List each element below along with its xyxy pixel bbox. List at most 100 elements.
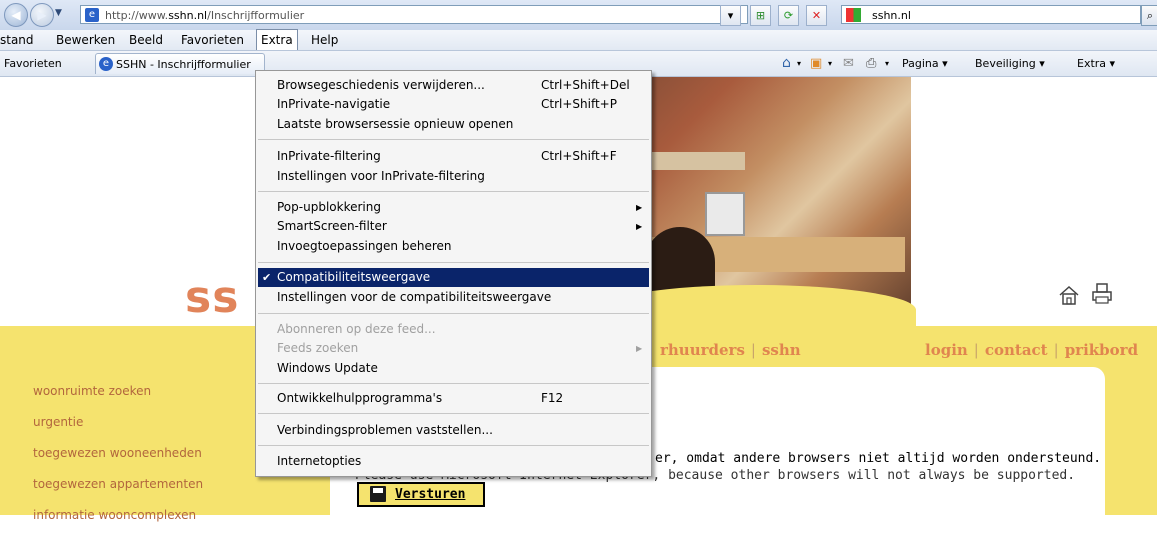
menu-item-delete-history[interactable]: Browsegeschiedenis verwijderen... Ctrl+S…: [258, 76, 649, 95]
history-dropdown-icon[interactable]: ▼: [55, 8, 62, 18]
ie-page-icon: e: [85, 8, 99, 22]
back-button[interactable]: ◀: [4, 3, 28, 27]
menu-item-popup-blocker[interactable]: Pop-upblokkering ▶: [258, 198, 649, 217]
menu-item-shortcut: Ctrl+Shift+P: [541, 97, 617, 111]
menu-item-label: Abonneren op deze feed...: [277, 322, 436, 336]
print-icon[interactable]: ⎙: [866, 51, 876, 76]
stop-icon[interactable]: ✕: [806, 5, 827, 26]
menu-favorites[interactable]: Favorieten: [177, 30, 248, 50]
url-dropdown-button[interactable]: ▾: [720, 5, 741, 26]
browser-tab[interactable]: e SSHN - Inschrijfformulier: [95, 53, 265, 74]
forward-button[interactable]: ▶: [30, 3, 54, 27]
extra-dropdown-menu: Browsegeschiedenis verwijderen... Ctrl+S…: [255, 70, 652, 477]
menu-item-diagnose-connection[interactable]: Verbindingsproblemen vaststellen...: [258, 421, 649, 440]
sshn-logo[interactable]: ss: [185, 272, 239, 323]
menu-separator: [258, 383, 649, 384]
menu-item-label: Windows Update: [277, 361, 378, 375]
sidebar-item-urgentie[interactable]: urgentie: [33, 413, 203, 444]
print-page-icon[interactable]: [1090, 282, 1114, 306]
menu-separator: [258, 313, 649, 314]
search-icon[interactable]: ⌕: [1141, 5, 1157, 26]
menu-item-inprivate-navigation[interactable]: InPrivate-navigatie Ctrl+Shift+P: [258, 95, 649, 114]
menu-item-label: Pop-upblokkering: [277, 200, 381, 214]
menu-item-label: Feeds zoeken: [277, 341, 359, 355]
menu-item-subscribe-feed: Abonneren op deze feed...: [258, 320, 649, 339]
security-menu-button[interactable]: Beveiliging ▾: [975, 51, 1045, 76]
url-input[interactable]: e http://www.sshn.nl/Inschrijfformulier: [80, 5, 748, 24]
home-page-icon[interactable]: [1057, 283, 1081, 307]
compatibility-view-icon[interactable]: ⊞: [750, 5, 771, 26]
menu-item-compatibility-view[interactable]: ✔ Compatibiliteitsweergave: [258, 268, 649, 287]
search-input[interactable]: sshn.nl: [841, 5, 1141, 24]
page-menu-button[interactable]: Pagina ▾: [902, 51, 948, 76]
sidebar-item-toegewezen-appartementen[interactable]: toegewezen appartementen: [33, 475, 203, 506]
menu-item-inprivate-filtering[interactable]: InPrivate-filtering Ctrl+Shift+F: [258, 147, 649, 166]
print-dropdown-icon[interactable]: ▾: [885, 51, 889, 76]
menu-bar: stand Bewerken Beeld Favorieten Extra He…: [0, 29, 1157, 51]
nav-contact[interactable]: contact: [985, 341, 1048, 359]
favorites-button[interactable]: Favorieten: [4, 51, 62, 76]
menu-item-label: Instellingen voor de compatibiliteitswee…: [277, 290, 552, 304]
menu-item-label: Verbindingsproblemen vaststellen...: [277, 423, 493, 437]
mail-icon[interactable]: ✉: [843, 51, 854, 76]
menu-item-shortcut: Ctrl+Shift+F: [541, 149, 617, 163]
menu-item-developer-tools[interactable]: Ontwikkelhulpprogramma's F12: [258, 389, 649, 408]
menu-view[interactable]: Beeld: [125, 30, 167, 50]
menu-item-label: Compatibiliteitsweergave: [277, 270, 431, 284]
url-prefix: http://www.: [105, 9, 169, 22]
menu-item-compatibility-view-settings[interactable]: Instellingen voor de compatibiliteitswee…: [258, 288, 649, 307]
submit-label: Versturen: [395, 487, 466, 502]
menu-item-label: InPrivate-filtering: [277, 149, 381, 163]
nav-login[interactable]: login: [925, 341, 968, 359]
submenu-arrow-icon: ▶: [636, 203, 643, 212]
menu-item-label: Laatste browsersessie opnieuw openen: [277, 117, 514, 131]
menu-item-reopen-session[interactable]: Laatste browsersessie opnieuw openen: [258, 115, 649, 134]
nav-verhuurders[interactable]: rhuurders: [660, 341, 745, 359]
home-dropdown-icon[interactable]: ▾: [797, 51, 801, 76]
feeds-dropdown-icon[interactable]: ▾: [828, 51, 832, 76]
tools-menu-button[interactable]: Extra ▾: [1077, 51, 1115, 76]
menu-edit[interactable]: Bewerken: [52, 30, 119, 50]
utility-nav: login | contact | prikbord: [925, 341, 1139, 359]
menu-separator: [258, 413, 649, 414]
tab-ie-icon: e: [99, 57, 113, 71]
nav-sshn[interactable]: sshn: [762, 341, 801, 359]
home-icon[interactable]: ⌂: [782, 51, 791, 76]
menu-item-windows-update[interactable]: Windows Update: [258, 359, 649, 378]
feeds-icon[interactable]: ▣: [810, 51, 822, 76]
menu-item-inprivate-filter-settings[interactable]: Instellingen voor InPrivate-filtering: [258, 167, 649, 186]
menu-item-label: Invoegtoepassingen beheren: [277, 239, 452, 253]
search-text: sshn.nl: [872, 9, 911, 22]
photo-monitor: [705, 192, 745, 236]
address-bar: ◀ ▶ ▼ e http://www.sshn.nl/Inschrijfform…: [0, 0, 1157, 31]
menu-item-shortcut: Ctrl+Shift+Del: [541, 78, 630, 92]
menu-item-label: InPrivate-navigatie: [277, 97, 391, 111]
search-provider-icon: [846, 8, 861, 22]
sidebar-item-informatie-wooncomplexen[interactable]: informatie wooncomplexen: [33, 506, 203, 537]
menu-item-internet-options[interactable]: Internetopties: [258, 452, 649, 471]
menu-help[interactable]: Help: [307, 30, 342, 50]
save-floppy-icon: [370, 486, 386, 502]
menu-item-label: Browsegeschiedenis verwijderen...: [277, 78, 485, 92]
menu-item-find-feeds: Feeds zoeken ▶: [258, 339, 649, 358]
tab-title: SSHN - Inschrijfformulier: [116, 58, 251, 71]
menu-separator: [258, 445, 649, 446]
submenu-arrow-icon: ▶: [636, 222, 643, 231]
browser-warning-nl: er, omdat andere browsers niet altijd wo…: [655, 451, 1102, 466]
nav-prikbord[interactable]: prikbord: [1065, 341, 1138, 359]
main-nav: rhuurders | sshn: [660, 341, 801, 359]
url-path: /Inschrijfformulier: [207, 9, 305, 22]
menu-item-smartscreen-filter[interactable]: SmartScreen-filter ▶: [258, 217, 649, 236]
sidebar-item-toegewezen-wooneenheden[interactable]: toegewezen wooneenheden: [33, 444, 203, 475]
submenu-arrow-icon: ▶: [636, 344, 643, 353]
menu-item-shortcut: F12: [541, 391, 564, 405]
menu-item-label: SmartScreen-filter: [277, 219, 387, 233]
menu-file[interactable]: stand: [0, 30, 38, 50]
menu-item-label: Instellingen voor InPrivate-filtering: [277, 169, 485, 183]
menu-item-manage-addons[interactable]: Invoegtoepassingen beheren: [258, 237, 649, 256]
menu-item-label: Ontwikkelhulpprogramma's: [277, 391, 443, 405]
refresh-icon[interactable]: ⟳: [778, 5, 799, 26]
sidebar-item-woonruimte-zoeken[interactable]: woonruimte zoeken: [33, 382, 203, 413]
menu-extra[interactable]: Extra: [256, 29, 298, 50]
menu-item-label: Internetopties: [277, 454, 362, 468]
